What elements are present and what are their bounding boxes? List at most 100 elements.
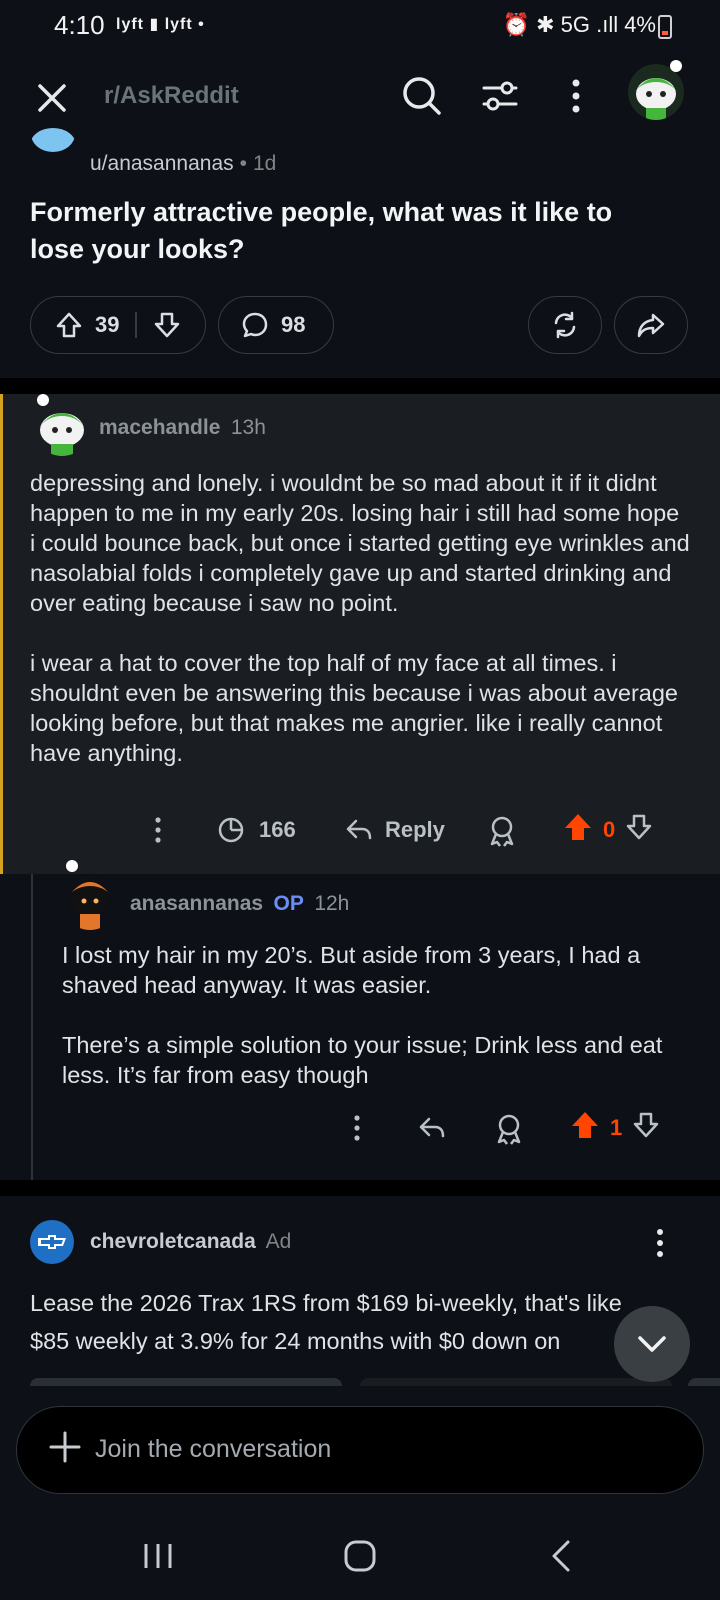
- comment-paragraph: There’s a simple solution to your issue;…: [62, 1032, 663, 1088]
- comment-body: depressing and lonely. i wouldnt be so m…: [30, 468, 690, 768]
- post-score: 39: [95, 312, 120, 337]
- comment-upvote-button[interactable]: [570, 1110, 600, 1146]
- award-button[interactable]: [494, 1112, 524, 1146]
- post-meta: u/anasannanas • 1d: [90, 152, 276, 176]
- post-author-avatar[interactable]: [30, 128, 76, 162]
- comment-downvote-button[interactable]: [625, 813, 653, 847]
- comment-vote: 1: [570, 1110, 660, 1146]
- back-chevron-icon: [552, 1540, 570, 1572]
- upvote-button[interactable]: [55, 311, 83, 339]
- home-icon: [344, 1540, 376, 1572]
- op-badge: OP: [273, 892, 304, 915]
- award-icon: [490, 816, 514, 847]
- chevrolet-bowtie-icon: [38, 1235, 66, 1249]
- comment-more-button[interactable]: [342, 1110, 372, 1146]
- arrow-up-icon: [56, 312, 82, 338]
- comment-more-button[interactable]: [143, 812, 173, 848]
- search-button[interactable]: [400, 74, 444, 118]
- ad-more-button[interactable]: [648, 1226, 672, 1260]
- system-navigation-bar: [0, 1510, 720, 1600]
- post-age: 1d: [253, 152, 277, 175]
- commenter-avatar[interactable]: [33, 398, 91, 456]
- ad-carousel-image[interactable]: [30, 1378, 342, 1386]
- home-button[interactable]: [342, 1538, 378, 1574]
- comment-upvote-button[interactable]: [563, 812, 593, 848]
- reply-arrow-icon: [346, 819, 372, 840]
- plus-icon: [49, 1431, 81, 1463]
- app-header: r/AskReddit: [0, 52, 720, 142]
- arrow-down-icon: [154, 312, 180, 338]
- add-attachment-button[interactable]: [47, 1429, 83, 1465]
- recent-apps-button[interactable]: [140, 1540, 176, 1572]
- more-vertical-icon: [354, 1115, 360, 1141]
- snoo-avatar-icon: [628, 64, 684, 120]
- ad-carousel-image[interactable]: [360, 1378, 672, 1386]
- comment-meta: anasannanas OP 12h: [130, 892, 349, 916]
- more-vertical-icon: [155, 817, 161, 843]
- sort-filter-button[interactable]: [478, 74, 522, 118]
- post-author[interactable]: u/anasannanas: [90, 152, 234, 175]
- downvote-button[interactable]: [153, 311, 181, 339]
- commenter-avatar[interactable]: [62, 874, 118, 930]
- comment-composer[interactable]: Join the conversation: [16, 1406, 704, 1494]
- comment-username[interactable]: macehandle: [99, 416, 220, 439]
- post-title: Formerly attractive people, what was it …: [30, 197, 613, 264]
- ad-text-line: $85 weekly at 3.9% for 24 months with $0…: [30, 1328, 561, 1354]
- comment-username[interactable]: anasannanas: [130, 892, 263, 915]
- vote-divider: [135, 312, 137, 338]
- award-button[interactable]: [487, 814, 517, 848]
- comment: macehandle 13h depressing and lonely. i …: [0, 394, 720, 874]
- status-bar: 4:10 lyft ▮ lyft • ⏰ ✱ 5G .ıll 4%: [0, 0, 720, 52]
- comment-age: 12h: [314, 892, 350, 915]
- chevron-down-icon: [638, 1336, 666, 1352]
- status-system-icons: ⏰ ✱ 5G .ıll 4%: [502, 12, 656, 37]
- comment-reply: anasannanas OP 12h I lost my hair in my …: [0, 860, 720, 1180]
- section-divider: [0, 378, 720, 394]
- reply-button[interactable]: [418, 1110, 446, 1146]
- notification-dot: [670, 60, 682, 72]
- thread-line[interactable]: [31, 874, 33, 1180]
- composer-placeholder: Join the conversation: [95, 1435, 332, 1463]
- snoo-avatar-icon: [62, 874, 118, 930]
- crosspost-button[interactable]: [528, 296, 602, 354]
- post-header: u/anasannanas • 1d Formerly attractive peo…: [0, 128, 720, 378]
- search-icon: [403, 77, 441, 115]
- subreddit-title[interactable]: r/AskReddit: [104, 82, 239, 110]
- arrow-up-filled-icon: [572, 1112, 598, 1138]
- user-avatar[interactable]: [628, 64, 684, 120]
- battery-icon: [658, 15, 672, 39]
- scroll-down-button[interactable]: [614, 1306, 690, 1382]
- ad-label: Ad: [265, 1230, 292, 1253]
- comment-downvote-button[interactable]: [632, 1111, 660, 1145]
- reply-arrow-icon: [419, 1117, 445, 1138]
- reply-button[interactable]: Reply: [345, 812, 445, 848]
- arrow-up-filled-icon: [565, 814, 591, 840]
- more-vertical-icon: [572, 79, 580, 113]
- replies-count-button[interactable]: 166: [217, 812, 296, 848]
- status-time: 4:10: [54, 10, 105, 40]
- comment-meta: macehandle 13h: [99, 416, 266, 440]
- ad-text[interactable]: Lease the 2026 Trax 1RS from $169 bi-wee…: [30, 1284, 690, 1360]
- section-divider: [0, 1180, 720, 1196]
- comments-pill[interactable]: 98: [218, 296, 334, 354]
- comment-count: 98: [281, 312, 306, 337]
- comment-paragraph: i wear a hat to cover the top half of my…: [30, 650, 678, 766]
- advertiser-avatar[interactable]: [30, 1220, 74, 1264]
- advertiser-name[interactable]: chevroletcanada: [90, 1230, 256, 1253]
- close-button[interactable]: [34, 80, 70, 116]
- comment-paragraph: I lost my hair in my 20’s. But aside fro…: [62, 942, 641, 998]
- arrow-down-icon: [634, 1112, 659, 1138]
- arrow-down-icon: [627, 814, 652, 840]
- comment-paragraph: depressing and lonely. i wouldnt be so m…: [30, 470, 690, 616]
- back-button[interactable]: [544, 1538, 580, 1574]
- ad-carousel-image[interactable]: [688, 1378, 720, 1386]
- overflow-menu-button[interactable]: [554, 74, 598, 118]
- comment-vote: 0: [563, 812, 653, 848]
- clock-icon: [218, 817, 244, 843]
- promoted-post: chevroletcanada Ad Lease the 2026 Trax 1…: [0, 1196, 720, 1386]
- replies-count: 166: [259, 817, 296, 842]
- more-vertical-icon: [657, 1229, 663, 1257]
- comment-body: I lost my hair in my 20’s. But aside fro…: [62, 940, 692, 1090]
- share-button[interactable]: [614, 296, 688, 354]
- online-dot: [66, 860, 78, 872]
